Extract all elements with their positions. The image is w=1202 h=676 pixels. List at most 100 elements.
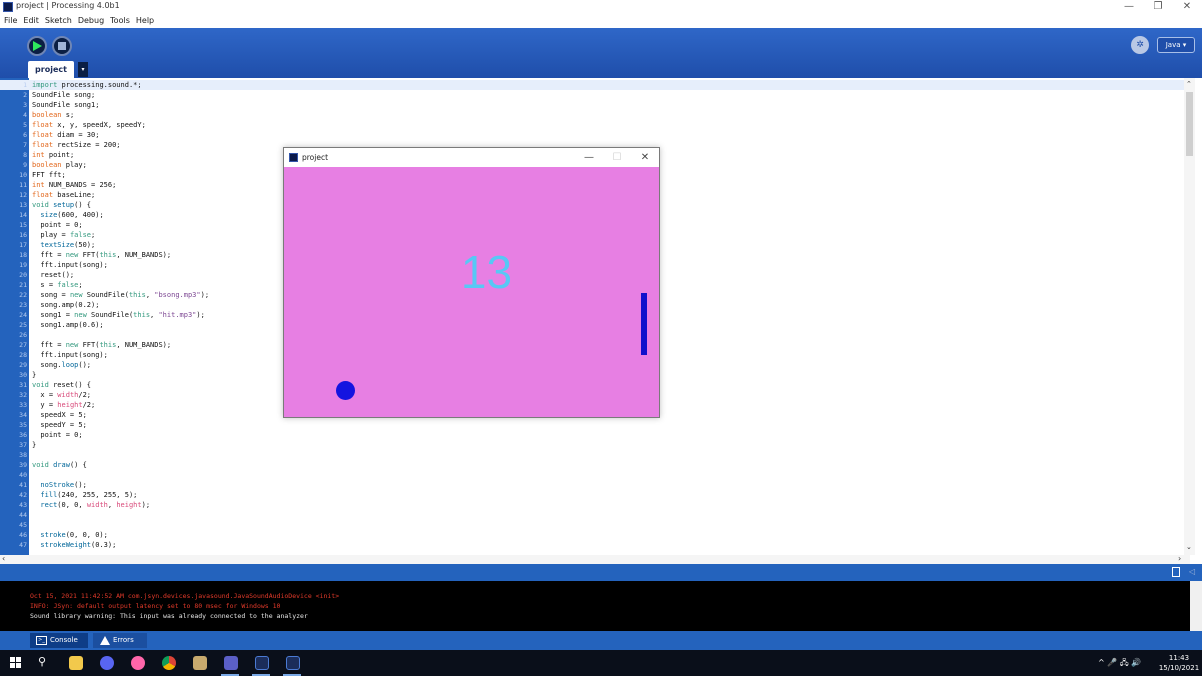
code-line[interactable]: song = new SoundFile(this, "bsong.mp3"); xyxy=(32,290,209,300)
warning-icon xyxy=(100,636,110,645)
menu-sketch[interactable]: Sketch xyxy=(45,14,72,28)
console-line: Oct 15, 2021 11:42:52 AM com.jsyn.device… xyxy=(30,592,340,600)
tab-project[interactable]: project xyxy=(28,61,74,78)
horizontal-scrollbar[interactable] xyxy=(0,555,1190,564)
code-line[interactable]: speedY = 5; xyxy=(32,420,86,430)
line-number: 35 xyxy=(19,421,27,429)
processing-icon[interactable] xyxy=(255,656,269,670)
window-titlebar xyxy=(0,0,1202,14)
menu-file[interactable]: File xyxy=(4,14,17,28)
sketch-window[interactable]: project — ☐ ✕ 13 xyxy=(283,147,660,418)
sketch-canvas[interactable]: 13 xyxy=(284,167,659,417)
vertical-scroll-thumb[interactable] xyxy=(1186,92,1193,156)
code-line[interactable]: float baseLine; xyxy=(32,190,95,200)
line-number: 32 xyxy=(19,391,27,399)
sketch-minimize-button[interactable]: — xyxy=(575,151,603,165)
clipboard-icon[interactable] xyxy=(1172,567,1180,577)
code-line[interactable]: rect(0, 0, width, height); xyxy=(32,500,150,510)
line-number: 21 xyxy=(19,281,27,289)
code-line[interactable]: float diam = 30; xyxy=(32,130,99,140)
code-line[interactable]: point = 0; xyxy=(32,220,82,230)
collapse-icon[interactable]: ◁ xyxy=(1189,567,1195,576)
code-line[interactable]: int point; xyxy=(32,150,74,160)
chrome-icon[interactable] xyxy=(162,656,176,670)
line-number: 9 xyxy=(23,161,27,169)
league-icon[interactable] xyxy=(193,656,207,670)
search-icon[interactable]: ⚲ xyxy=(38,655,46,668)
code-line[interactable]: SoundFile song; xyxy=(32,90,95,100)
line-number: 2 xyxy=(23,91,27,99)
code-line[interactable]: play = false; xyxy=(32,230,95,240)
code-line[interactable]: int NUM_BANDS = 256; xyxy=(32,180,116,190)
osu-icon[interactable] xyxy=(131,656,145,670)
code-line[interactable]: song1.amp(0.6); xyxy=(32,320,103,330)
teams-icon[interactable] xyxy=(224,656,238,670)
code-line[interactable]: fill(240, 255, 255, 5); xyxy=(32,490,137,500)
code-line[interactable]: } xyxy=(32,440,36,450)
processing-sketch-icon[interactable] xyxy=(286,656,300,670)
line-number: 16 xyxy=(19,231,27,239)
menu-debug[interactable]: Debug xyxy=(78,14,104,28)
code-line[interactable]: song.loop(); xyxy=(32,360,91,370)
code-line[interactable]: void reset() { xyxy=(32,380,91,390)
code-line[interactable]: y = height/2; xyxy=(32,400,95,410)
code-line[interactable]: reset(); xyxy=(32,270,74,280)
code-line[interactable]: x = width/2; xyxy=(32,390,91,400)
code-line[interactable]: fft.input(song); xyxy=(32,350,107,360)
sketch-close-button[interactable]: ✕ xyxy=(631,151,659,165)
menu-bar: File Edit Sketch Debug Tools Help xyxy=(0,14,1202,28)
code-line[interactable]: song1 = new SoundFile(this, "hit.mp3"); xyxy=(32,310,204,320)
console-icon: >_ xyxy=(36,636,47,645)
clock[interactable]: 11:43 15/10/2021 xyxy=(1156,653,1202,673)
code-line[interactable]: } xyxy=(32,370,36,380)
windows-start-icon[interactable] xyxy=(10,657,21,668)
code-line[interactable]: size(600, 400); xyxy=(32,210,103,220)
code-line[interactable]: fft.input(song); xyxy=(32,260,107,270)
line-number: 3 xyxy=(23,101,27,109)
code-line[interactable]: float rectSize = 200; xyxy=(32,140,121,150)
code-line[interactable]: strokeWeight(0.3); xyxy=(32,540,116,550)
code-line[interactable]: FFT fft; xyxy=(32,170,66,180)
code-line[interactable]: fft = new FFT(this, NUM_BANDS); xyxy=(32,250,171,260)
scroll-up-icon[interactable]: ⌃ xyxy=(1186,80,1192,88)
code-line[interactable]: stroke(0, 0, 0); xyxy=(32,530,107,540)
code-line[interactable]: boolean s; xyxy=(32,110,74,120)
code-line[interactable]: noStroke(); xyxy=(32,480,86,490)
code-line[interactable]: speedX = 5; xyxy=(32,410,86,420)
code-line[interactable]: void draw() { xyxy=(32,460,87,470)
console-scrollbar[interactable] xyxy=(1190,581,1202,631)
menu-tools[interactable]: Tools xyxy=(110,14,130,28)
line-number: 13 xyxy=(19,201,27,209)
line-number: 18 xyxy=(19,251,27,259)
close-button[interactable]: ✕ xyxy=(1172,0,1202,14)
line-number: 30 xyxy=(19,371,27,379)
code-line[interactable]: import processing.sound.*; xyxy=(32,80,142,90)
file-explorer-icon[interactable] xyxy=(69,656,83,670)
scroll-right-icon[interactable]: › xyxy=(1178,554,1181,563)
debug-icon[interactable]: ✲ xyxy=(1131,36,1149,54)
system-tray[interactable]: ^ 🎤 🖧 🔊 xyxy=(1098,657,1141,671)
line-number: 19 xyxy=(19,261,27,269)
menu-help[interactable]: Help xyxy=(136,14,154,28)
menu-edit[interactable]: Edit xyxy=(23,14,39,28)
code-line[interactable]: float x, y, speedX, speedY; xyxy=(32,120,146,130)
processing-app-icon xyxy=(289,153,298,162)
line-number: 34 xyxy=(19,411,27,419)
code-line[interactable]: SoundFile song1; xyxy=(32,100,99,110)
mode-selector[interactable]: Java ▾ xyxy=(1157,37,1195,53)
paddle xyxy=(641,293,647,355)
code-line[interactable]: textSize(50); xyxy=(32,240,95,250)
minimize-button[interactable]: — xyxy=(1114,0,1144,14)
code-line[interactable]: void setup() { xyxy=(32,200,91,210)
discord-icon[interactable] xyxy=(100,656,114,670)
code-line[interactable]: boolean play; xyxy=(32,160,87,170)
code-line[interactable]: point = 0; xyxy=(32,430,82,440)
code-line[interactable]: s = false; xyxy=(32,280,82,290)
maximize-button[interactable]: ❐ xyxy=(1143,0,1173,14)
code-line[interactable]: song.amp(0.2); xyxy=(32,300,99,310)
scroll-down-icon[interactable]: ⌄ xyxy=(1186,543,1192,551)
code-line[interactable]: fft = new FFT(this, NUM_BANDS); xyxy=(32,340,171,350)
tab-menu-arrow[interactable]: ▾ xyxy=(78,62,88,77)
line-number: 7 xyxy=(23,141,27,149)
scroll-left-icon[interactable]: ‹ xyxy=(2,554,5,563)
